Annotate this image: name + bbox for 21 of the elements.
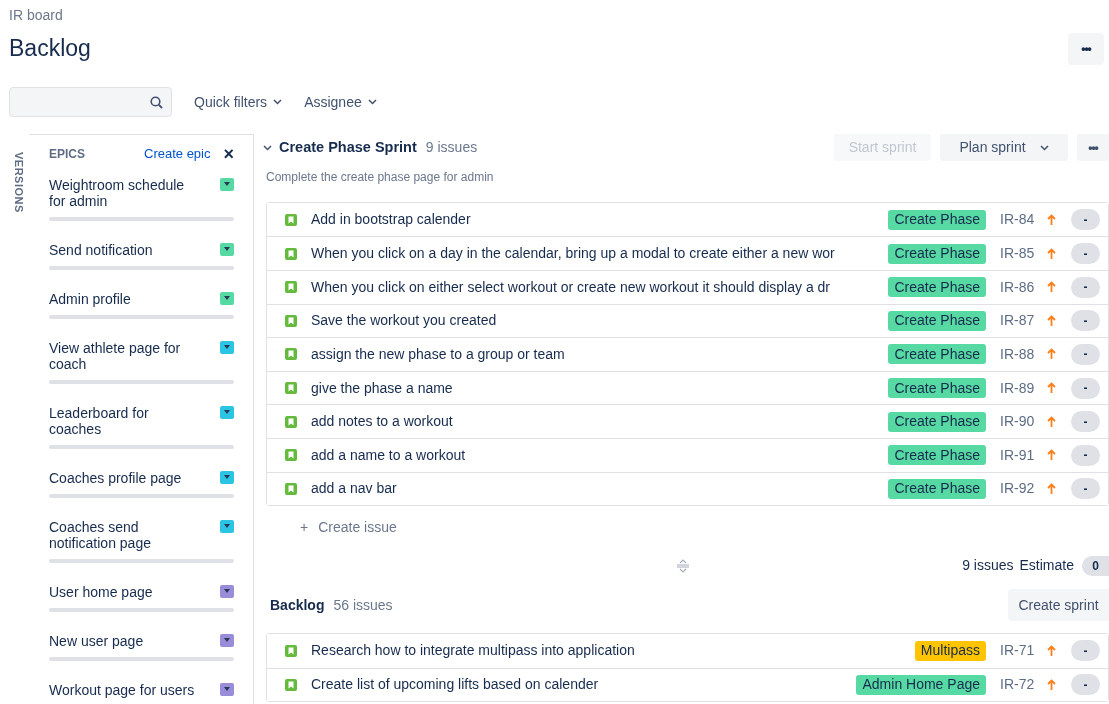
estimate-badge: - xyxy=(1071,640,1100,662)
issue-count: 56 issues xyxy=(333,595,393,615)
issue-count: 9 issues xyxy=(962,556,1014,576)
estimate-badge: - xyxy=(1071,674,1100,696)
estimate-badge: - xyxy=(1071,411,1100,433)
sprint-name: Create Phase Sprint xyxy=(279,138,417,157)
estimate-badge: 0 xyxy=(1082,555,1109,576)
estimate-badge: - xyxy=(1071,478,1100,500)
epics-heading: EPICS xyxy=(49,145,85,163)
page-title: Backlog xyxy=(9,34,91,62)
estimate-label: Estimate xyxy=(1019,556,1074,576)
estimate-badge: - xyxy=(1071,310,1100,332)
estimate-badge: - xyxy=(1071,243,1100,265)
estimate-badge: - xyxy=(1071,209,1100,231)
estimate-badge: - xyxy=(1071,444,1100,466)
sprint-goal: Complete the create phase page for admin xyxy=(266,168,494,186)
estimate-badge: - xyxy=(1071,343,1100,365)
estimate-badge: - xyxy=(1071,276,1100,298)
issue-count: 9 issues xyxy=(425,138,478,157)
backlog-name: Backlog xyxy=(270,595,325,615)
estimate-badge: - xyxy=(1071,377,1100,399)
